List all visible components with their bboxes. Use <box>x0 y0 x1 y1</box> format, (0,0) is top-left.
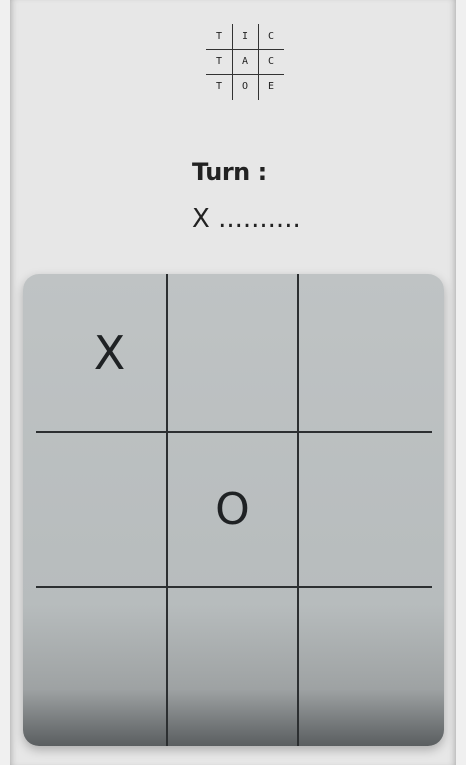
board-cell-2-0[interactable] <box>23 588 166 746</box>
game-board: X O <box>23 274 444 746</box>
board-cell-0-1[interactable] <box>168 274 297 431</box>
board-cell-1-1[interactable]: O <box>168 433 297 586</box>
logo-letter: C <box>267 31 275 42</box>
tic-tac-toe-logo: T I C T A C T O E <box>206 24 284 100</box>
logo-letter: A <box>241 56 249 67</box>
logo-letter: T <box>215 81 223 92</box>
logo-letter: T <box>215 31 223 42</box>
board-cell-1-2[interactable] <box>299 433 444 586</box>
board-cell-0-0[interactable]: X <box>53 274 166 431</box>
turn-label: Turn : <box>192 158 267 186</box>
turn-indicator: X .......... <box>192 204 301 234</box>
board-cell-2-2[interactable] <box>299 588 444 746</box>
logo-letter: I <box>241 31 249 42</box>
logo-letter: T <box>215 56 223 67</box>
logo-letter: E <box>267 81 275 92</box>
board-cell-2-1[interactable] <box>168 588 297 746</box>
logo-letter: C <box>267 56 275 67</box>
logo-letter: O <box>241 81 249 92</box>
board-cell-0-2[interactable] <box>299 274 444 431</box>
board-cell-1-0[interactable] <box>23 433 166 586</box>
